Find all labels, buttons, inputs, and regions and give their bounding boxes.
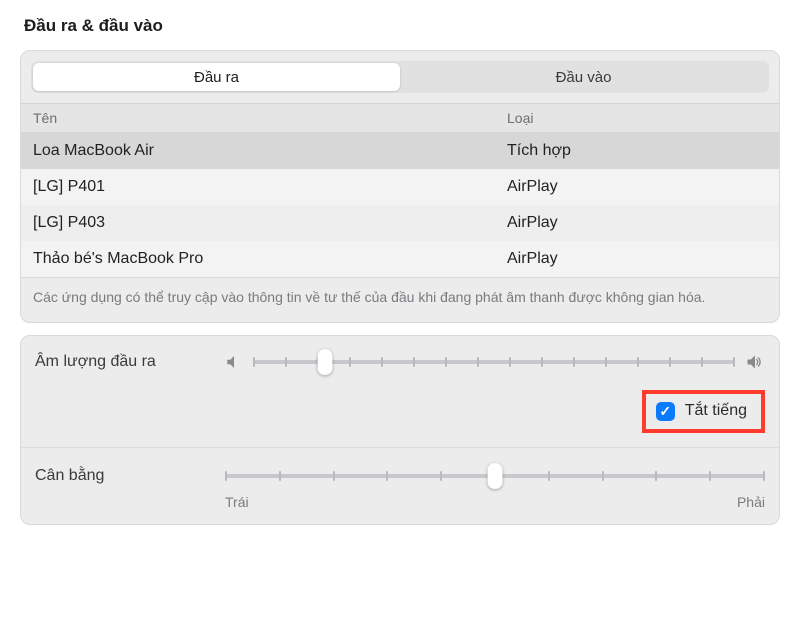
device-name: Thảo bé's MacBook Pro xyxy=(33,250,507,268)
device-name: [LG] P401 xyxy=(33,178,507,196)
mute-checkbox[interactable]: ✓ xyxy=(656,402,675,421)
column-name-header: Tên xyxy=(33,110,507,126)
output-volume-label: Âm lượng đầu ra xyxy=(35,353,225,371)
io-segmented-control: Đầu ra Đầu vào xyxy=(31,61,769,93)
column-type-header: Loại xyxy=(507,110,767,126)
table-row[interactable]: Thảo bé's MacBook Pro AirPlay xyxy=(21,241,779,277)
output-volume-thumb[interactable] xyxy=(318,349,333,375)
mute-row: ✓ Tắt tiếng xyxy=(21,384,779,448)
device-type: AirPlay xyxy=(507,178,767,196)
balance-label: Cân bằng xyxy=(35,467,225,485)
speaker-low-icon xyxy=(225,353,243,371)
check-icon: ✓ xyxy=(659,403,671,420)
device-type: AirPlay xyxy=(507,214,767,232)
balance-sublabels: Trái Phải xyxy=(211,494,779,524)
speaker-high-icon xyxy=(745,352,765,372)
page-title: Đầu ra & đầu vào xyxy=(24,16,780,36)
output-volume-slider[interactable] xyxy=(253,348,735,376)
tab-input[interactable]: Đầu vào xyxy=(400,63,767,91)
balance-thumb[interactable] xyxy=(488,463,503,489)
balance-row: Cân bằng xyxy=(21,448,779,498)
spatial-audio-note: Các ứng dụng có thể truy cập vào thông t… xyxy=(21,277,779,322)
mute-highlight-box: ✓ Tắt tiếng xyxy=(642,390,765,433)
table-header: Tên Loại xyxy=(21,103,779,133)
devices-table: Tên Loại Loa MacBook Air Tích hợp [LG] P… xyxy=(21,103,779,277)
balance-slider[interactable] xyxy=(225,462,765,490)
table-row[interactable]: [LG] P401 AirPlay xyxy=(21,169,779,205)
balance-right-label: Phải xyxy=(737,494,765,510)
device-type: AirPlay xyxy=(507,250,767,268)
table-row[interactable]: [LG] P403 AirPlay xyxy=(21,205,779,241)
audio-controls-panel: Âm lượng đầu ra xyxy=(20,335,780,525)
tab-output[interactable]: Đầu ra xyxy=(33,63,400,91)
mute-label: Tắt tiếng xyxy=(685,402,747,420)
devices-panel: Đầu ra Đầu vào Tên Loại Loa MacBook Air … xyxy=(20,50,780,323)
device-type: Tích hợp xyxy=(507,142,767,160)
table-row[interactable]: Loa MacBook Air Tích hợp xyxy=(21,133,779,169)
balance-left-label: Trái xyxy=(225,494,249,510)
device-name: [LG] P403 xyxy=(33,214,507,232)
output-volume-row: Âm lượng đầu ra xyxy=(21,336,779,384)
device-name: Loa MacBook Air xyxy=(33,142,507,160)
